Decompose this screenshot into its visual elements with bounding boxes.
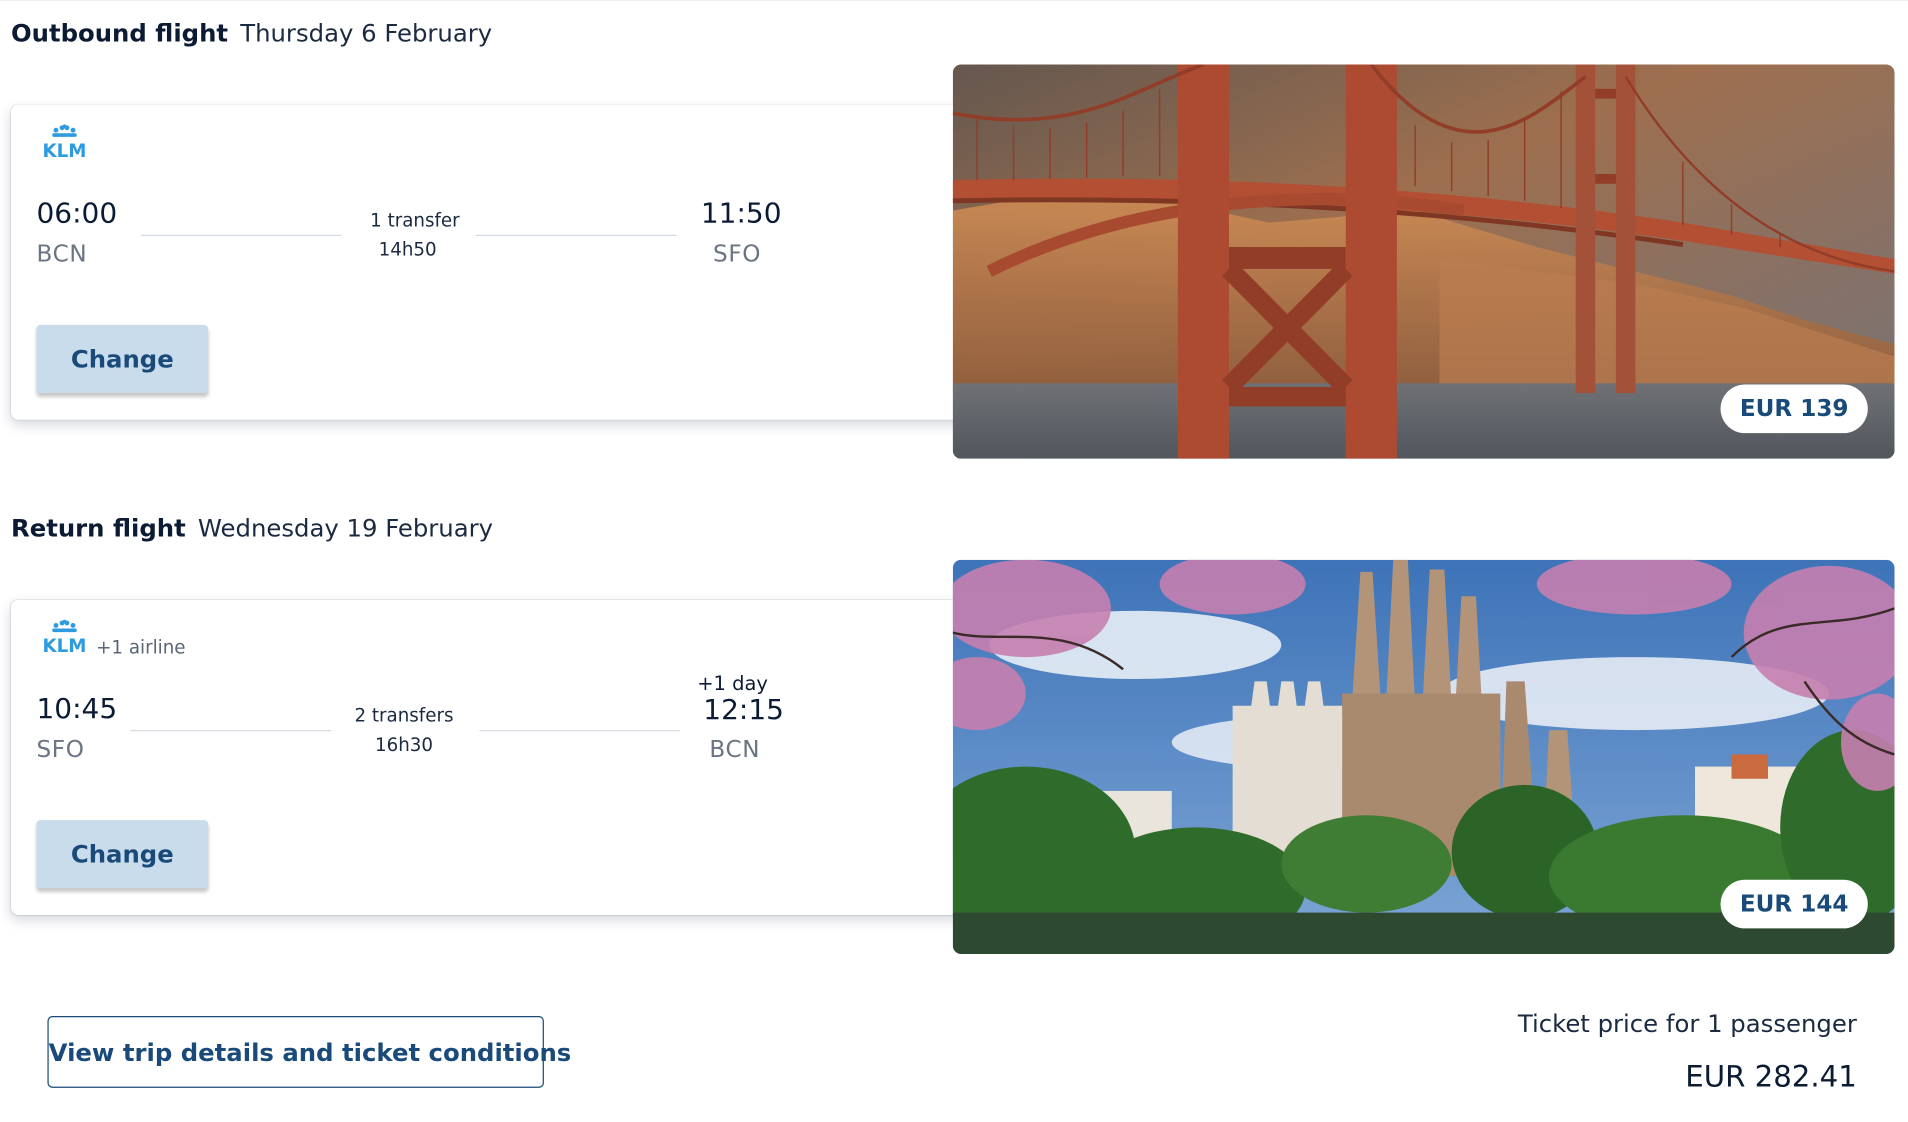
flight-summary-page: Outbound flight Thursday 6 February KLM 0… (0, 0, 1908, 1122)
outbound-flight-card: KLM 06:00 BCN 1 transfer 14h50 11:50 SFO… (10, 104, 985, 420)
return-flight-card: KLM +1 airline 10:45 SFO 2 transfers 16h… (10, 599, 985, 916)
outbound-arrival-airport: SFO (713, 240, 762, 268)
return-date: Wednesday 19 February (197, 513, 494, 543)
top-divider (0, 0, 1908, 2)
return-extra-airline: +1 airline (96, 636, 186, 659)
view-trip-details-button[interactable]: View trip details and ticket conditions (47, 1016, 571, 1088)
return-transfers: 2 transfers (354, 704, 454, 727)
route-line-right (475, 234, 677, 237)
route-line-right (479, 730, 681, 732)
return-destination-photo: EUR 144 (952, 559, 1895, 954)
klm-logo-icon: KLM (43, 124, 87, 161)
return-departure-airport: SFO (36, 736, 85, 763)
outbound-title: Outbound flight (10, 18, 229, 48)
route-line-left (130, 730, 331, 732)
outbound-heading: Outbound flight Thursday 6 February (11, 18, 492, 47)
klm-logo-icon: KLM (43, 619, 87, 656)
outbound-transfers: 1 transfer (370, 209, 460, 232)
outbound-arrival-time: 11:50 (700, 198, 782, 230)
outbound-duration: 14h50 (378, 238, 437, 261)
outbound-destination-photo: EUR 139 (952, 64, 1895, 459)
return-departure-time: 10:45 (36, 693, 118, 726)
return-arrival-airport: BCN (709, 736, 761, 763)
outbound-departure-time: 06:00 (36, 198, 118, 230)
ticket-price-label: Ticket price for 1 passenger (1517, 1008, 1857, 1038)
outbound-change-button[interactable]: Change (36, 324, 209, 394)
return-arrival-time: 12:15 (703, 694, 784, 727)
outbound-date: Thursday 6 February (240, 18, 493, 48)
klm-logo-text: KLM (43, 141, 87, 161)
return-change-button[interactable]: Change (36, 820, 209, 889)
klm-logo-text: KLM (43, 636, 87, 656)
return-heading: Return flight Wednesday 19 February (11, 513, 493, 542)
return-price-badge: EUR 144 (1720, 879, 1868, 929)
outbound-price-badge: EUR 139 (1720, 384, 1868, 434)
outbound-departure-airport: BCN (36, 240, 88, 268)
return-duration: 16h30 (374, 733, 433, 756)
route-line-left (141, 234, 342, 237)
return-arrival-day-offset: +1 day (697, 671, 768, 695)
return-title: Return flight (10, 513, 186, 543)
ticket-price-total: EUR 282.41 (1685, 1059, 1857, 1094)
